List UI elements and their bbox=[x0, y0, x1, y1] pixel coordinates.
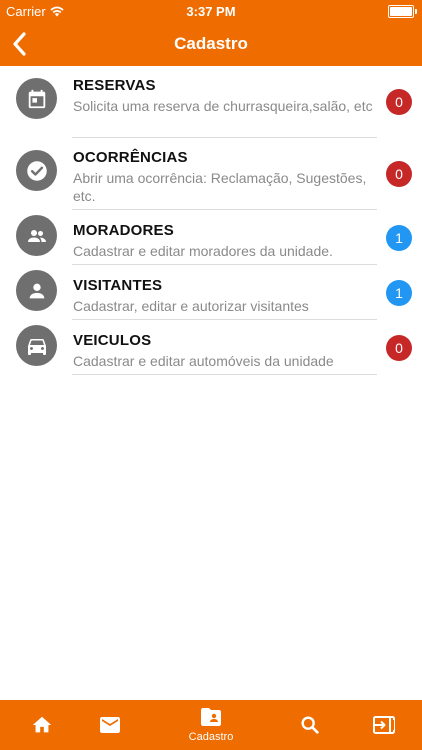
logout-icon bbox=[373, 716, 395, 734]
mail-icon bbox=[100, 717, 120, 733]
icon-circle bbox=[16, 78, 57, 119]
folder-person-icon bbox=[201, 708, 221, 726]
person-icon bbox=[29, 283, 44, 298]
tab-mail[interactable] bbox=[68, 700, 152, 750]
icon-circle bbox=[16, 270, 57, 311]
icon-circle bbox=[16, 150, 57, 191]
battery-icon bbox=[388, 5, 417, 18]
item-title: VISITANTES bbox=[73, 277, 163, 294]
item-description: Cadastrar e editar moradores da unidade. bbox=[73, 243, 333, 259]
calendar-icon bbox=[28, 89, 45, 108]
count-badge: 0 bbox=[386, 161, 412, 187]
page-title: Cadastro bbox=[174, 34, 248, 53]
home-icon bbox=[32, 716, 52, 733]
item-description: Cadastrar, editar e autorizar visitantes bbox=[73, 298, 309, 314]
icon-circle bbox=[16, 215, 57, 256]
people-icon bbox=[27, 229, 46, 242]
tab-logout[interactable] bbox=[342, 700, 422, 750]
tab-cadastro[interactable]: Cadastro bbox=[169, 700, 253, 750]
count-badge: 1 bbox=[386, 280, 412, 306]
list-item-reservas[interactable]: RESERVAS Solicita uma reserva de churras… bbox=[0, 66, 422, 138]
list-item-ocorrencias[interactable]: OCORRÊNCIAS Abrir uma ocorrência: Reclam… bbox=[0, 138, 422, 210]
icon-circle bbox=[16, 325, 57, 366]
tab-search[interactable] bbox=[268, 700, 352, 750]
item-title: MORADORES bbox=[73, 222, 174, 239]
status-bar: Carrier 3:37 PM bbox=[0, 0, 422, 22]
item-description: Cadastrar e editar automóveis da unidade bbox=[73, 353, 334, 369]
count-badge: 1 bbox=[386, 225, 412, 251]
item-title: OCORRÊNCIAS bbox=[73, 149, 188, 166]
item-title: RESERVAS bbox=[73, 77, 156, 94]
status-time: 3:37 PM bbox=[186, 4, 236, 19]
item-title: VEICULOS bbox=[73, 332, 152, 349]
car-icon bbox=[27, 338, 46, 355]
item-description: Abrir uma ocorrência: Reclamação, Sugest… bbox=[73, 170, 367, 204]
separator bbox=[72, 374, 377, 375]
list-item-visitantes[interactable]: VISITANTES Cadastrar, editar e autorizar… bbox=[0, 265, 422, 320]
list-item-veiculos[interactable]: VEICULOS Cadastrar e editar automóveis d… bbox=[0, 320, 422, 375]
check-circle-icon bbox=[26, 160, 47, 181]
tab-bar: Cadastro bbox=[0, 700, 422, 750]
top-bar: Carrier 3:37 PM Cadastro bbox=[0, 0, 422, 66]
search-icon bbox=[301, 716, 319, 734]
cadastro-list: RESERVAS Solicita uma reserva de churras… bbox=[0, 66, 422, 375]
list-item-moradores[interactable]: MORADORES Cadastrar e editar moradores d… bbox=[0, 210, 422, 265]
navigation-bar: Cadastro bbox=[0, 22, 422, 66]
tab-label: Cadastro bbox=[188, 731, 234, 743]
count-badge: 0 bbox=[386, 89, 412, 115]
item-description: Solicita uma reserva de churrasqueira,sa… bbox=[73, 98, 373, 114]
count-badge: 0 bbox=[386, 335, 412, 361]
